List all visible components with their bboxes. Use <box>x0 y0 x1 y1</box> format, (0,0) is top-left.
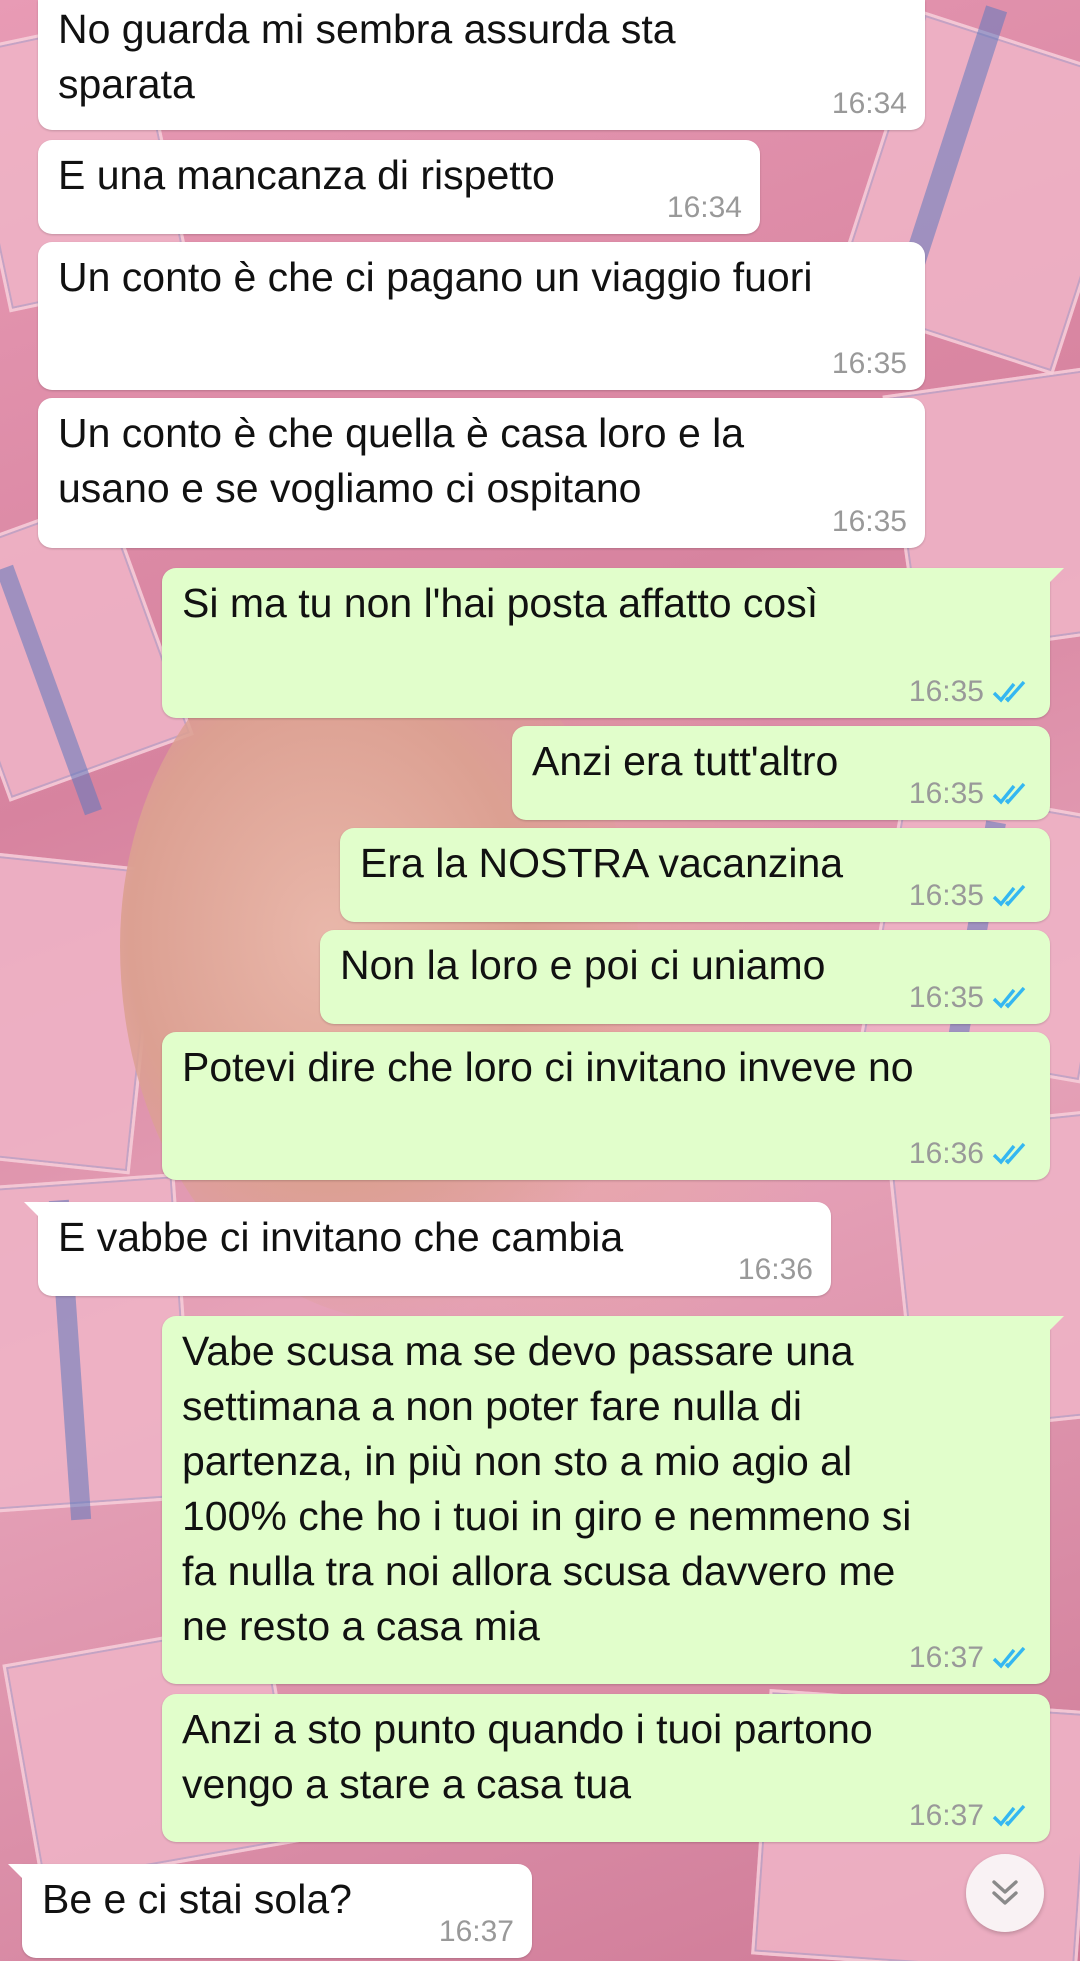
message-text: Un conto è che quella è casa loro e la u… <box>58 410 745 511</box>
double-check-icon <box>992 986 1026 1009</box>
message-outgoing[interactable]: Anzi a sto punto quando i tuoi partono v… <box>162 1694 1050 1842</box>
message-text: Si ma tu non l'hai posta affatto così <box>182 580 819 626</box>
message-incoming[interactable]: E una mancanza di rispetto 16:34 <box>38 140 760 234</box>
double-check-icon <box>992 782 1026 805</box>
message-meta: 16:36 <box>909 1138 1032 1170</box>
message-list: No guarda mi sembra assurda sta sparata … <box>0 0 1080 1961</box>
message-time: 16:35 <box>831 347 907 380</box>
message-time: 16:35 <box>831 505 907 538</box>
message-incoming[interactable]: E vabbe ci invitano che cambia 16:36 <box>24 1202 831 1296</box>
message-outgoing[interactable]: Anzi era tutt'altro 16:35 <box>512 726 1050 820</box>
message-incoming[interactable]: No guarda mi sembra assurda sta sparata … <box>38 0 925 130</box>
chevron-double-down-icon <box>992 1880 1018 1905</box>
message-time: 16:35 <box>908 675 984 708</box>
message-meta: 16:36 <box>738 1254 813 1286</box>
message-outgoing[interactable]: Vabe scusa ma se devo passare una settim… <box>162 1316 1064 1684</box>
message-time: 16:37 <box>438 1915 514 1948</box>
message-time: 16:34 <box>831 87 907 120</box>
message-meta: 16:37 <box>909 1642 1032 1674</box>
message-meta: 16:37 <box>439 1916 514 1948</box>
message-text: E vabbe ci invitano che cambia <box>58 1214 624 1260</box>
message-meta: 16:35 <box>909 880 1032 912</box>
message-meta: 16:35 <box>909 982 1032 1014</box>
message-time: 16:35 <box>908 777 984 810</box>
message-time: 16:37 <box>908 1799 984 1832</box>
message-time: 16:37 <box>908 1641 984 1674</box>
message-text: Vabe scusa ma se devo passare una settim… <box>182 1328 912 1649</box>
double-check-icon <box>992 680 1026 703</box>
message-outgoing[interactable]: Potevi dire che loro ci invitano inveve … <box>162 1032 1050 1180</box>
double-check-icon <box>992 884 1026 907</box>
scroll-to-bottom-button[interactable] <box>966 1854 1044 1932</box>
message-outgoing[interactable]: Era la NOSTRA vacanzina 16:35 <box>340 828 1050 922</box>
message-text: Un conto è che ci pagano un viaggio fuor… <box>58 254 813 300</box>
double-check-icon <box>992 1646 1026 1669</box>
message-meta: 16:37 <box>909 1800 1032 1832</box>
double-check-icon <box>992 1804 1026 1827</box>
double-check-icon <box>992 1142 1026 1165</box>
message-text: Potevi dire che loro ci invitano inveve … <box>182 1044 914 1090</box>
message-meta: 16:35 <box>909 676 1032 708</box>
message-incoming[interactable]: Un conto è che quella è casa loro e la u… <box>38 398 925 548</box>
message-outgoing[interactable]: Si ma tu non l'hai posta affatto così 16… <box>162 568 1064 718</box>
message-time: 16:36 <box>908 1137 984 1170</box>
message-text: No guarda mi sembra assurda sta sparata <box>58 6 676 107</box>
message-time: 16:35 <box>908 879 984 912</box>
message-meta: 16:35 <box>832 506 907 538</box>
message-incoming[interactable]: Be e ci stai sola? 16:37 <box>8 1864 532 1958</box>
message-meta: 16:35 <box>909 778 1032 810</box>
message-meta: 16:35 <box>832 348 907 380</box>
message-time: 16:35 <box>908 981 984 1014</box>
message-text: E una mancanza di rispetto <box>58 152 555 198</box>
message-meta: 16:34 <box>667 192 742 224</box>
message-time: 16:36 <box>737 1253 813 1286</box>
message-time: 16:34 <box>666 191 742 224</box>
message-text: Anzi a sto punto quando i tuoi partono v… <box>182 1706 873 1807</box>
message-incoming[interactable]: Un conto è che ci pagano un viaggio fuor… <box>38 242 925 390</box>
message-outgoing[interactable]: Non la loro e poi ci uniamo 16:35 <box>320 930 1050 1024</box>
message-meta: 16:34 <box>832 88 907 120</box>
